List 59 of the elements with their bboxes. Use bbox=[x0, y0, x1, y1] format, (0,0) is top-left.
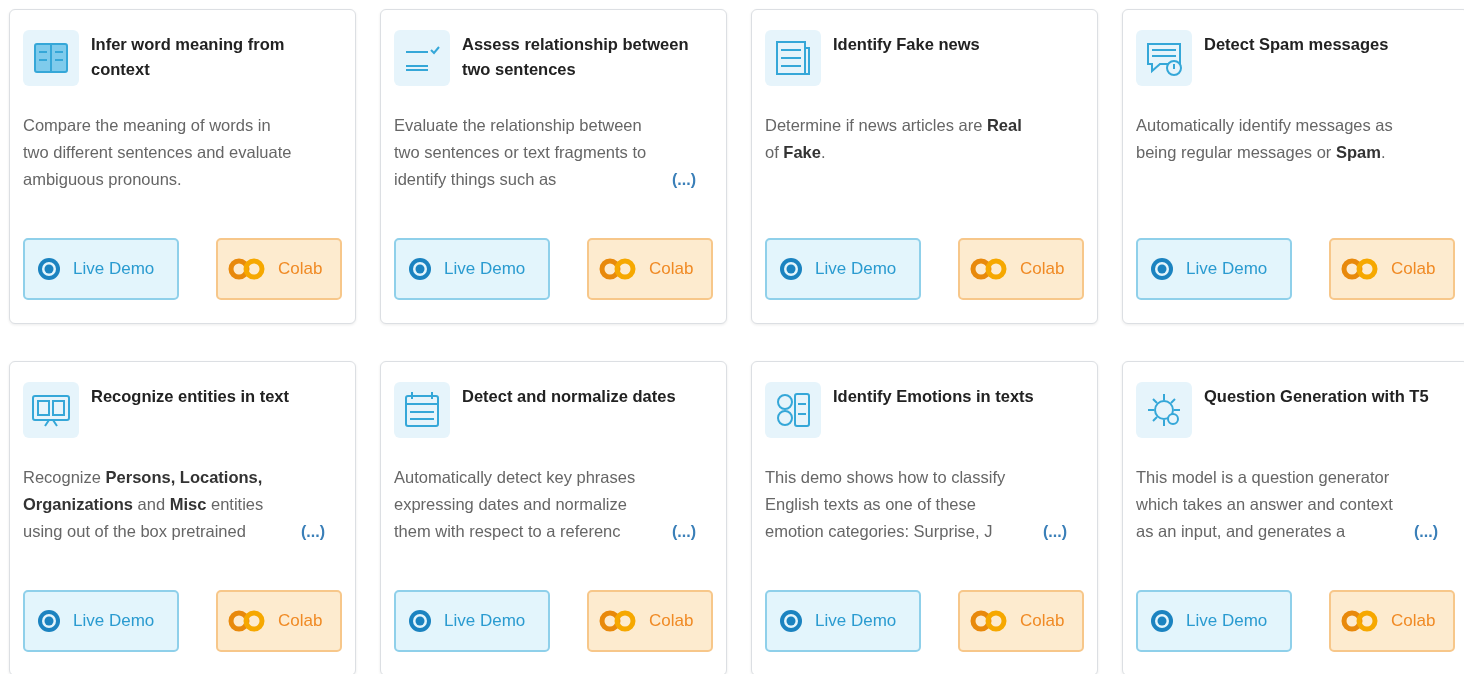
colab-button[interactable]: Colab bbox=[587, 590, 713, 652]
live-demo-button[interactable]: Live Demo bbox=[1136, 590, 1292, 652]
target-icon bbox=[408, 609, 432, 633]
target-icon bbox=[779, 609, 803, 633]
colab-button[interactable]: Colab bbox=[1329, 590, 1455, 652]
double-ring-icon bbox=[970, 609, 1008, 633]
more-link[interactable]: (...) bbox=[301, 518, 325, 545]
card-title: Identify Emotions in texts bbox=[833, 386, 1034, 407]
card-title: Detect and normalize dates bbox=[462, 386, 676, 407]
live-demo-button[interactable]: Live Demo bbox=[765, 590, 921, 652]
target-icon bbox=[37, 609, 61, 633]
target-icon bbox=[779, 257, 803, 281]
monitor-icon bbox=[23, 382, 79, 438]
card-title: Detect Spam messages bbox=[1204, 34, 1389, 55]
live-demo-button[interactable]: Live Demo bbox=[394, 590, 550, 652]
live-demo-button[interactable]: Live Demo bbox=[394, 238, 550, 300]
colab-button[interactable]: Colab bbox=[587, 238, 713, 300]
more-link[interactable]: (...) bbox=[672, 166, 696, 193]
live-demo-button[interactable]: Live Demo bbox=[765, 238, 921, 300]
more-link[interactable]: (...) bbox=[1414, 518, 1438, 545]
double-ring-icon bbox=[599, 609, 637, 633]
colab-button[interactable]: Colab bbox=[216, 238, 342, 300]
double-ring-icon bbox=[228, 609, 266, 633]
card-title: Recognize entities in text bbox=[91, 386, 290, 407]
target-icon bbox=[1150, 257, 1174, 281]
colab-button[interactable]: Colab bbox=[958, 238, 1084, 300]
target-icon bbox=[1150, 609, 1174, 633]
card-description: Recognize Persons, Locations, Organizations and Misc entities using out of the box pretrained bbox=[23, 467, 264, 542]
card-description: Evaluate the relationship between two sentences or text fragments to identify things such as bbox=[394, 115, 647, 190]
double-ring-icon bbox=[970, 257, 1008, 281]
card-title: Question Generation with T5 bbox=[1204, 386, 1429, 407]
more-link[interactable]: (...) bbox=[672, 518, 696, 545]
card-description: Automatically identify messages as being regular messages or Spam. bbox=[1136, 115, 1393, 163]
card-title: Identify Fake news bbox=[833, 34, 980, 55]
card-description: This demo shows how to classify English texts as one of these emotion categories: Surprise, J bbox=[765, 467, 1006, 542]
card-title: Infer word meaning from context bbox=[91, 34, 286, 80]
double-ring-icon bbox=[1341, 609, 1379, 633]
live-demo-button[interactable]: Live Demo bbox=[23, 590, 179, 652]
target-icon bbox=[408, 257, 432, 281]
colab-button[interactable]: Colab bbox=[216, 590, 342, 652]
card-description: Determine if news articles are Real of Fake. bbox=[765, 115, 1022, 163]
double-ring-icon bbox=[1341, 257, 1379, 281]
live-demo-button[interactable]: Live Demo bbox=[1136, 238, 1292, 300]
calendar-icon bbox=[394, 382, 450, 438]
card-description: Compare the meaning of words in two different sentences and evaluate ambiguous pronouns. bbox=[23, 115, 292, 190]
colab-button[interactable]: Colab bbox=[958, 590, 1084, 652]
message-alert-icon bbox=[1136, 30, 1192, 86]
card-description: Automatically detect key phrases expressing dates and normalize them with respect to a referenc bbox=[394, 467, 636, 542]
book-icon bbox=[23, 30, 79, 86]
target-icon bbox=[37, 257, 61, 281]
double-ring-icon bbox=[228, 257, 266, 281]
live-demo-button[interactable]: Live Demo bbox=[23, 238, 179, 300]
card-title: Assess relationship between two sentences bbox=[462, 34, 690, 80]
more-link[interactable]: (...) bbox=[1043, 518, 1067, 545]
colab-button[interactable]: Colab bbox=[1329, 238, 1455, 300]
card-description: This model is a question generator which takes an answer and context as an input, and generates a bbox=[1136, 467, 1393, 542]
text-compare-icon bbox=[394, 30, 450, 86]
double-ring-icon bbox=[599, 257, 637, 281]
newspaper-icon bbox=[765, 30, 821, 86]
